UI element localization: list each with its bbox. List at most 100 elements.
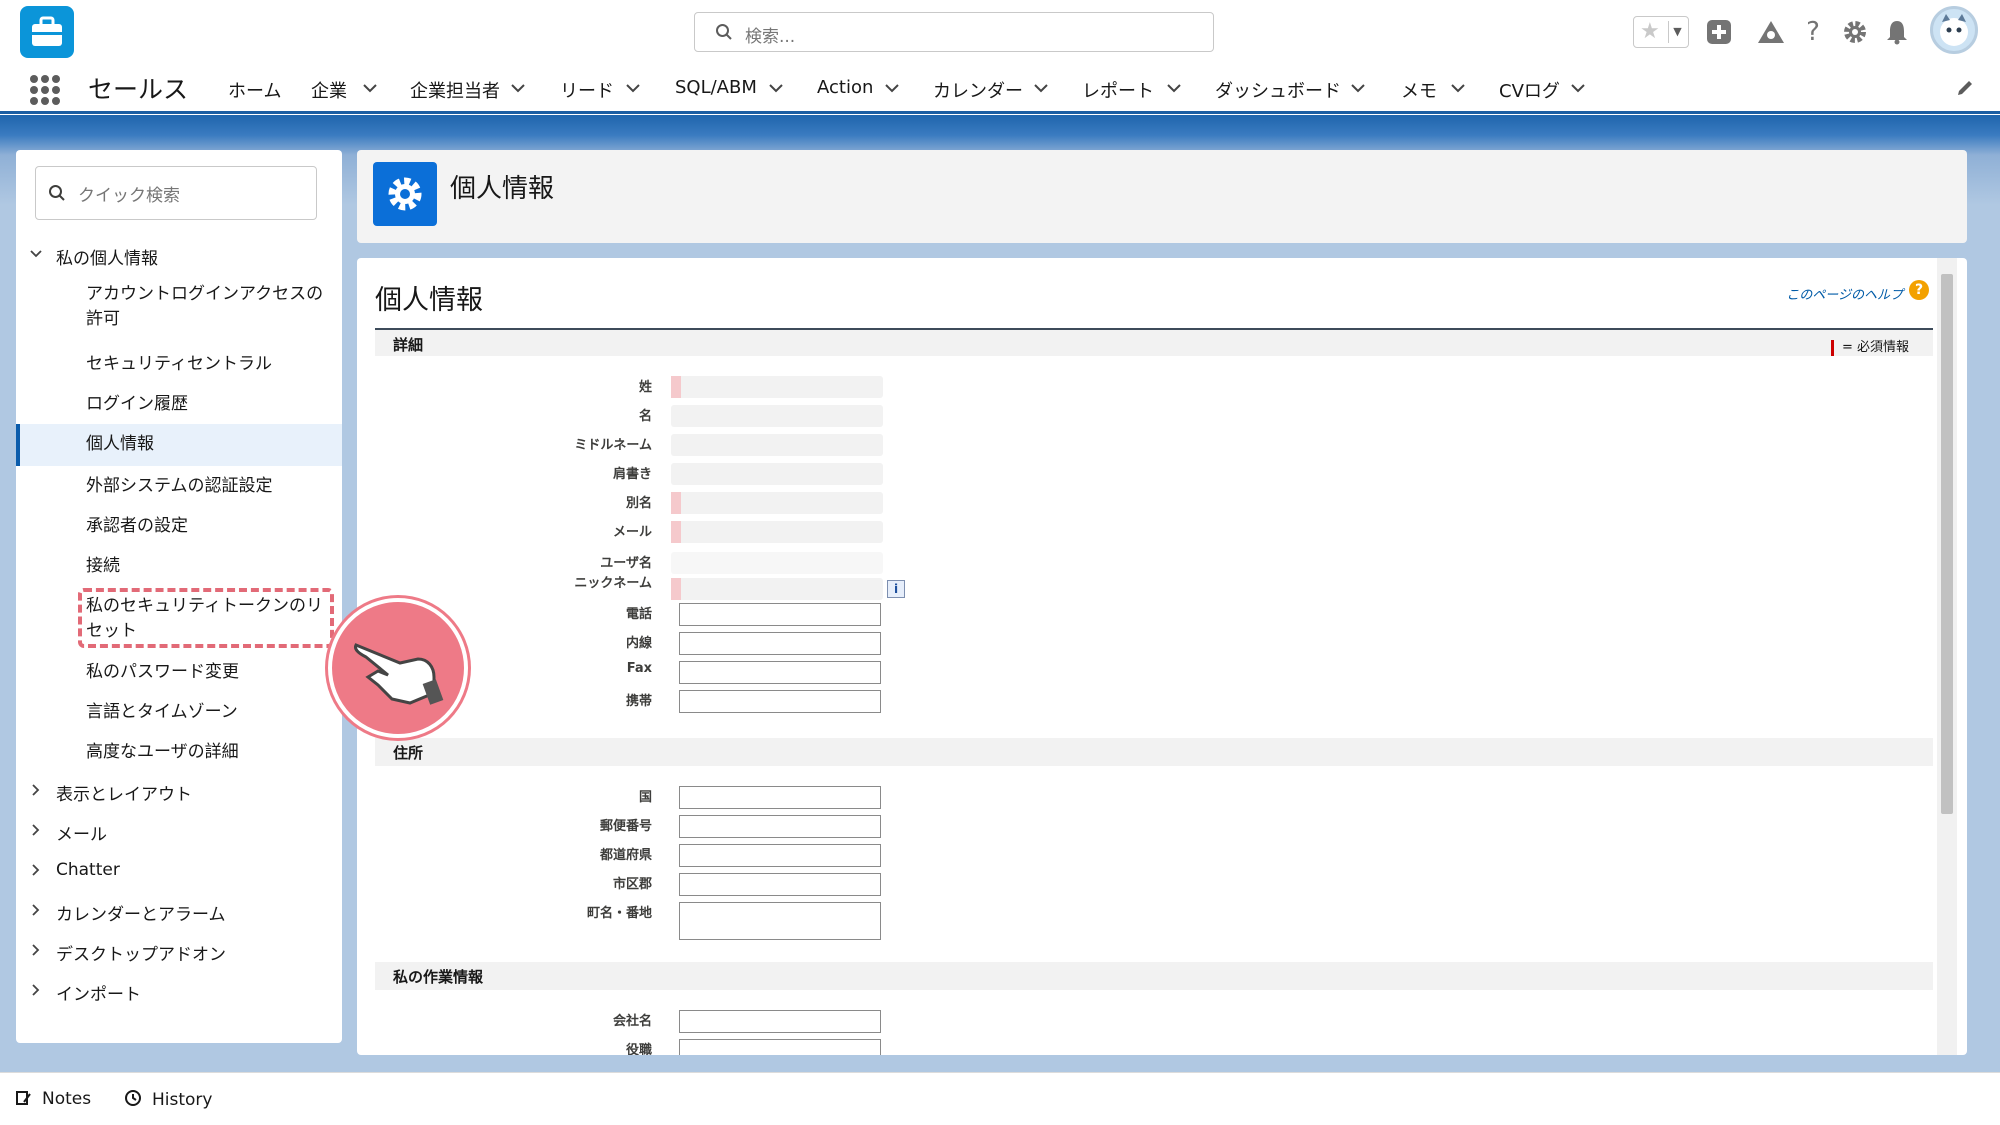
add-icon[interactable] [1701,14,1737,50]
gear-icon[interactable] [1837,14,1873,50]
required-legend-text: = 必須情報 [1841,340,1909,355]
app-logo-icon[interactable] [20,6,74,58]
sidebar-section-my-personal-info[interactable]: 私の個人情報 [16,236,342,274]
mobile-input[interactable] [679,690,881,713]
search-placeholder: 検索... [745,27,796,47]
utility-bar: Notes History [0,1072,2000,1125]
label-country: 国 [638,790,652,805]
company-input[interactable] [679,1010,881,1033]
nav-item-accounts[interactable]: 企業 [311,77,347,103]
postal-code-input[interactable] [679,815,881,838]
sidebar-item-language-timezone[interactable]: 言語とタイムゾーン [16,696,342,728]
scrollbar-thumb[interactable] [1941,274,1953,814]
nav-item-calendar[interactable]: カレンダー [933,77,1023,103]
global-search-input[interactable]: 検索... [694,12,1214,52]
sidebar-item-label: 外部システムの認証設定 [86,476,273,496]
sidebar-section-label: インポート [56,985,141,1005]
chevron-down-icon[interactable] [1031,78,1053,100]
state-input[interactable] [679,844,881,867]
nav-item-reports[interactable]: レポート [1082,77,1154,103]
chevron-down-icon[interactable] [1348,78,1370,100]
sidebar-item-connections[interactable]: 接続 [16,550,342,582]
country-input[interactable] [679,786,881,809]
sidebar-item-advanced-user-details[interactable]: 高度なユーザの詳細 [16,736,342,768]
user-avatar[interactable] [1930,6,1978,54]
label-phone: 電話 [625,607,652,622]
sidebar-section-desktop-addons[interactable]: デスクトップアドオン [16,932,342,970]
label-last-name: 姓 [638,380,652,395]
history-utility[interactable]: History [124,1089,212,1112]
sidebar-section-import[interactable]: インポート [16,972,342,1010]
sidebar-item-grant-login-access[interactable]: アカウントログインアクセスの許可 [16,282,342,334]
field-email-redacted [671,521,883,543]
help-icon[interactable]: ? [1795,14,1831,50]
content-panel: 個人情報 このページのヘルプ ? 詳細 = 必須情報 姓 名 ミドルネーム 肩書… [357,258,1967,1055]
nav-item-notes[interactable]: メモ [1401,77,1437,103]
nav-item-contacts[interactable]: 企業担当者 [410,77,500,103]
label-alias: 別名 [625,496,652,511]
app-launcher-icon[interactable] [30,75,60,105]
notes-utility[interactable]: Notes [16,1089,91,1111]
page-help-link[interactable]: このページのヘルプ [1786,284,1903,303]
phone-input[interactable] [679,603,881,626]
chevron-down-icon [28,246,44,266]
fax-input[interactable] [679,661,881,684]
section-bar-work-info: 私の作業情報 [375,962,1933,990]
sidebar-section-chatter[interactable]: Chatter [16,852,342,890]
section-title: 住所 [393,744,424,762]
chevron-down-icon[interactable] [1448,78,1470,100]
help-question-icon[interactable]: ? [1909,280,1929,300]
city-input[interactable] [679,873,881,896]
section-bar-address: 住所 [375,738,1933,766]
sidebar-section-email[interactable]: メール [16,812,342,850]
info-icon[interactable]: i [887,580,905,598]
nav-item-action[interactable]: Action [817,77,873,98]
label-street: 町名・番地 [586,906,652,921]
pointing-hand-icon [328,598,468,738]
chevron-down-icon[interactable] [1568,78,1590,100]
setup-sidebar: クイック検索 私の個人情報 アカウントログインアクセスの許可 セキュリティセント… [16,150,342,1043]
field-middle-name-redacted [671,434,883,456]
sidebar-item-security-central[interactable]: セキュリティセントラル [16,348,342,380]
nav-item-sql-abm[interactable]: SQL/ABM [675,77,757,98]
sidebar-item-login-history[interactable]: ログイン履歴 [16,388,342,420]
chevron-right-icon [28,942,44,962]
chevron-right-icon [28,782,44,802]
sidebar-item-label: セキュリティセントラル [86,354,272,374]
label-fax: Fax [626,661,652,676]
chevron-down-icon[interactable] [623,78,645,100]
chevron-down-icon[interactable] [508,78,530,100]
nav-item-leads[interactable]: リード [560,77,614,103]
chevron-down-icon[interactable] [1164,78,1186,100]
label-state: 都道府県 [599,848,652,863]
field-first-name-redacted [671,405,883,427]
sidebar-section-label: 表示とレイアウト [56,785,192,805]
street-textarea[interactable] [679,902,881,940]
sidebar-section-label: メール [56,825,107,845]
sidebar-section-calendar-alarms[interactable]: カレンダーとアラーム [16,892,342,930]
chevron-down-icon[interactable] [766,78,788,100]
trailhead-icon[interactable] [1753,14,1789,50]
position-input[interactable] [679,1039,881,1055]
nav-item-cv-log[interactable]: CVログ [1499,77,1560,103]
field-last-name-redacted [671,376,883,398]
sidebar-item-approver-settings[interactable]: 承認者の設定 [16,510,342,542]
nav-item-home[interactable]: ホーム [228,77,281,103]
sidebar-section-label: Chatter [56,860,120,880]
sidebar-item-personal-info[interactable]: 個人情報 [16,424,342,466]
chevron-down-icon[interactable] [882,78,904,100]
notification-bell-icon[interactable] [1879,14,1915,50]
extension-input[interactable] [679,632,881,655]
sidebar-section-label: カレンダーとアラーム [56,905,226,925]
content-scrollbar[interactable] [1937,258,1957,1055]
sidebar-item-external-auth[interactable]: 外部システムの認証設定 [16,470,342,502]
sidebar-section-label: デスクトップアドオン [56,945,226,965]
chevron-down-icon[interactable] [360,78,382,100]
favorites-button[interactable]: ★ ▼ [1633,16,1689,48]
nav-item-dashboards[interactable]: ダッシュボード [1215,77,1341,103]
sidebar-section-display-layout[interactable]: 表示とレイアウト [16,772,342,810]
quick-search-input[interactable]: クイック検索 [35,166,317,220]
field-nickname-redacted [671,578,883,600]
edit-nav-pencil-icon[interactable] [1955,78,1975,102]
sidebar-item-change-password[interactable]: 私のパスワード変更 [16,656,342,688]
